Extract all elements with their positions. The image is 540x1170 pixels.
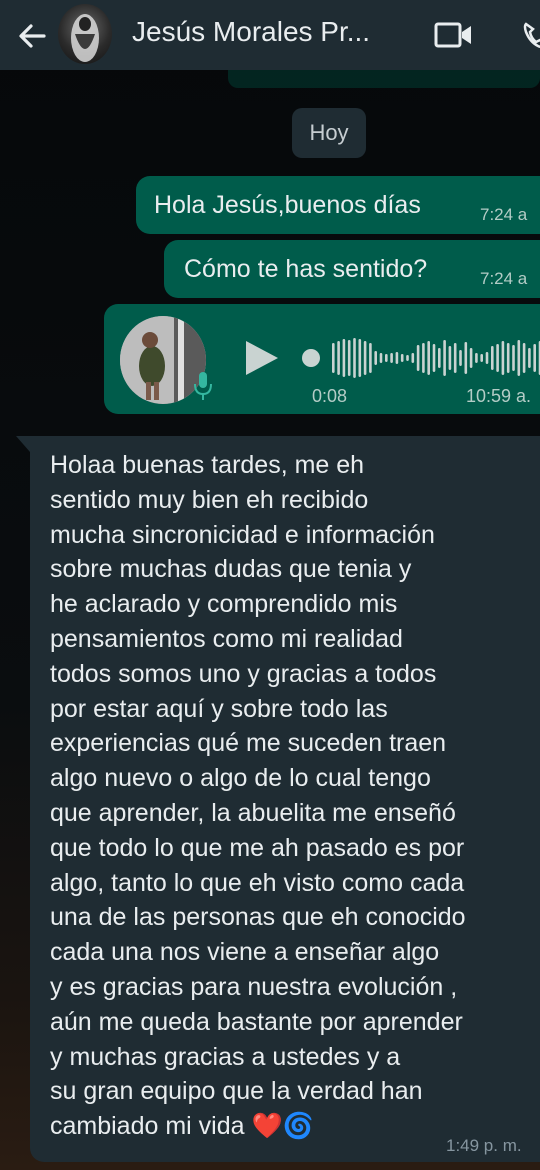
phone-icon[interactable] — [520, 18, 540, 52]
waveform-bar — [485, 352, 489, 364]
incoming-message[interactable]: Holaa buenas tardes, me eh sentido muy b… — [16, 436, 540, 1162]
waveform-bar — [369, 343, 372, 373]
waveform-bar — [475, 353, 478, 363]
video-call-icon[interactable] — [434, 20, 474, 50]
waveform-bar — [406, 355, 409, 361]
waveform-bar — [453, 343, 457, 373]
waveform-bar — [374, 351, 377, 365]
waveform-bar — [347, 340, 351, 376]
play-icon[interactable] — [242, 337, 282, 379]
playback-position-dot[interactable] — [302, 349, 320, 367]
waveform-bar — [464, 342, 468, 374]
waveform-bar — [416, 345, 420, 371]
message-text: Holaa buenas tardes, me eh sentido muy b… — [50, 451, 466, 1141]
waveform-bar — [379, 353, 383, 363]
waveform-bar — [363, 341, 367, 375]
outgoing-message[interactable]: Hola Jesús,buenos días 7:24 a — [136, 176, 540, 234]
waveform-bar — [528, 348, 531, 368]
waveform-bar — [491, 346, 494, 370]
message-text: Cómo te has sentido? — [184, 255, 428, 283]
waveform-bar — [443, 340, 446, 376]
waveform-bar — [385, 354, 388, 362]
waveform-bar — [459, 350, 462, 366]
waveform-bar — [496, 344, 499, 372]
voice-message[interactable]: 0:08 10:59 a. — [104, 304, 540, 414]
message-time: 1:49 p. m. — [446, 1136, 522, 1155]
voice-duration: 0:08 — [312, 386, 348, 406]
back-arrow-icon[interactable] — [14, 18, 50, 54]
waveform-bar — [395, 352, 399, 364]
date-chip: Hoy — [292, 108, 366, 158]
waveform-bar — [427, 341, 430, 375]
waveform-bar — [533, 344, 536, 372]
bubble-tail — [16, 436, 30, 452]
waveform-bar — [522, 343, 526, 373]
waveform-bar — [342, 339, 346, 377]
message-time: 7:24 a — [480, 269, 528, 288]
message-text: Hola Jesús,buenos días — [154, 191, 421, 219]
contact-name[interactable]: Jesús Morales Pr... — [132, 16, 370, 48]
microphone-icon — [192, 370, 214, 402]
waveform-bar — [332, 343, 335, 373]
waveform-bar — [400, 354, 404, 362]
waveform-bar — [501, 341, 505, 375]
waveform-bar — [469, 348, 473, 368]
waveform-bar — [506, 343, 510, 373]
waveform-bar — [432, 344, 436, 372]
waveform-bar — [448, 346, 452, 370]
waveform-bar — [512, 345, 515, 371]
outgoing-message[interactable]: Cómo te has sentido? 7:24 a — [164, 240, 540, 298]
waveform-bar — [358, 339, 362, 377]
waveform-bar — [353, 338, 356, 378]
message-time: 10:59 a. — [466, 386, 532, 406]
chat-header: Jesús Morales Pr... — [0, 0, 540, 70]
audio-waveform[interactable] — [330, 334, 540, 382]
waveform-bar — [337, 341, 340, 375]
waveform-bar — [422, 343, 425, 373]
waveform-bar — [517, 340, 521, 376]
message-time: 7:24 a — [480, 205, 528, 224]
waveform-bar — [480, 354, 483, 362]
contact-avatar[interactable] — [58, 4, 112, 64]
previous-message-edge — [228, 70, 540, 88]
waveform-bar — [390, 353, 393, 363]
waveform-bar — [411, 353, 415, 363]
waveform-bar — [438, 348, 441, 368]
